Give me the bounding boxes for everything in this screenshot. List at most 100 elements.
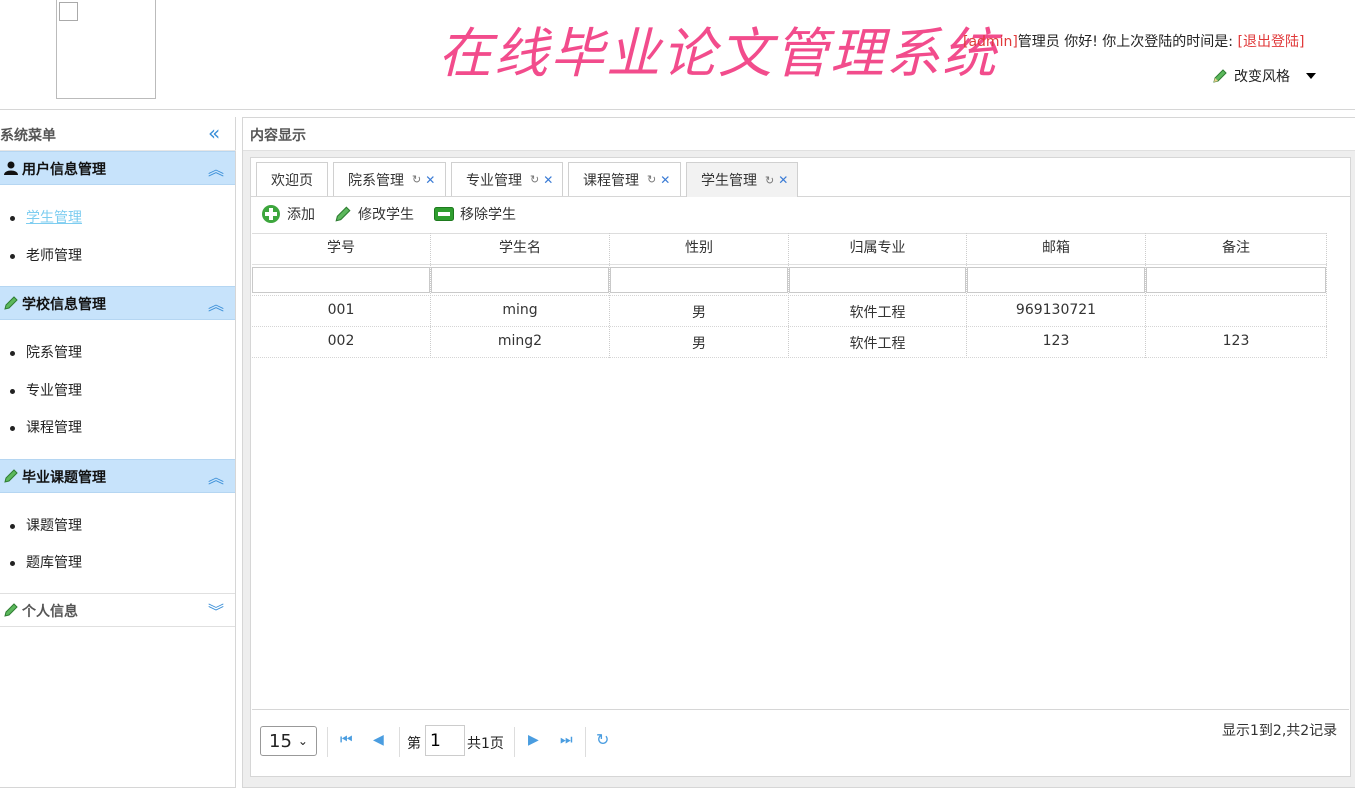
user-icon [4, 161, 18, 175]
bullet-icon [10, 215, 15, 221]
filter-input-remark[interactable] [1146, 267, 1326, 293]
pencil-icon [4, 296, 18, 310]
bullet-icon [10, 425, 15, 431]
sidebar-item-course[interactable]: 课程管理 [10, 417, 82, 437]
sidebar-item-topic[interactable]: 课题管理 [10, 515, 82, 535]
tab-label: 课程管理 [583, 172, 639, 189]
page-prefix: 第 [407, 736, 421, 752]
column-divider [1326, 233, 1328, 358]
pencil-icon [4, 603, 18, 617]
remove-button-label: 移除学生 [460, 207, 516, 223]
pager-info: 显示1到2,共2记录 [1222, 723, 1338, 739]
double-chevron-left-icon[interactable]: « [208, 122, 220, 144]
broken-image-icon [59, 2, 78, 21]
theme-switch-label: 改变风格 [1234, 69, 1290, 85]
sidebar-item-student[interactable]: 学生管理 [10, 207, 82, 227]
tab-student[interactable]: 学生管理 ↻ ✕ [686, 162, 798, 197]
theme-switch-menu[interactable]: 改变风格 [1212, 66, 1316, 86]
pencil-icon [4, 469, 18, 483]
bullet-icon [10, 350, 15, 356]
column-header-remark[interactable]: 备注 [1146, 237, 1326, 257]
sidebar-item-question-bank[interactable]: 题库管理 [10, 552, 82, 572]
refresh-icon[interactable]: ↻ [412, 173, 421, 186]
table-cell[interactable]: 001 [252, 302, 430, 318]
tab-major[interactable]: 专业管理 ↻ ✕ [451, 162, 563, 196]
sidebar-item-department[interactable]: 院系管理 [10, 342, 82, 362]
tab-welcome[interactable]: 欢迎页 [256, 162, 328, 196]
first-page-icon[interactable]: ⏮ [340, 732, 353, 748]
tab-label: 院系管理 [348, 172, 404, 189]
next-page-icon[interactable]: ▶ [528, 732, 539, 748]
column-header-email[interactable]: 邮箱 [967, 237, 1145, 257]
filter-input-gender[interactable] [610, 267, 788, 293]
refresh-icon[interactable]: ↻ [765, 174, 774, 187]
filter-input-email[interactable] [967, 267, 1145, 293]
edit-button-label: 修改学生 [358, 207, 414, 223]
group-label: 学校信息管理 [22, 297, 106, 313]
logout-link[interactable]: [退出登陆] [1237, 34, 1304, 50]
filter-input-major[interactable] [789, 267, 966, 293]
table-cell[interactable]: 123 [967, 333, 1145, 349]
prev-page-icon[interactable]: ◀ [373, 732, 384, 748]
table-cell[interactable]: 软件工程 [789, 333, 966, 353]
group-school-info[interactable]: 学校信息管理 ︽ [0, 286, 235, 320]
double-chevron-up-icon[interactable]: ︽ [208, 156, 224, 180]
edit-student-button[interactable]: 修改学生 [334, 204, 414, 224]
group-user-info[interactable]: 用户信息管理 ︽ [0, 151, 235, 185]
sidebar-item-label: 院系管理 [26, 345, 82, 361]
table-cell[interactable]: 男 [610, 302, 788, 322]
close-icon[interactable]: ✕ [425, 173, 435, 187]
remove-icon [434, 207, 454, 221]
table-cell[interactable]: 969130721 [967, 302, 1145, 318]
pager-separator [327, 727, 329, 757]
column-header-id[interactable]: 学号 [252, 237, 430, 257]
table-cell[interactable]: ming2 [431, 333, 609, 349]
column-header-gender[interactable]: 性别 [610, 237, 788, 257]
refresh-icon[interactable]: ↻ [647, 173, 656, 186]
column-header-major[interactable]: 归属专业 [789, 237, 966, 257]
page-size-select[interactable]: 15 ⌄ [260, 726, 317, 756]
bullet-icon [10, 560, 15, 566]
table-cell[interactable]: 002 [252, 333, 430, 349]
caret-down-icon [1306, 73, 1316, 79]
refresh-icon[interactable]: ↻ [530, 173, 539, 186]
column-header-name[interactable]: 学生名 [431, 237, 609, 257]
page-total: 共1页 [467, 736, 504, 752]
table-cell[interactable]: 男 [610, 333, 788, 353]
close-icon[interactable]: ✕ [660, 173, 670, 187]
sidebar-item-label: 题库管理 [26, 555, 82, 571]
sidebar-item-label: 专业管理 [26, 383, 82, 399]
remove-student-button[interactable]: 移除学生 [434, 204, 516, 224]
sidebar-item-major[interactable]: 专业管理 [10, 380, 82, 400]
table-cell[interactable]: 123 [1146, 333, 1326, 349]
page-number-input[interactable] [425, 725, 465, 756]
bullet-icon [10, 388, 15, 394]
pager-separator [399, 727, 401, 757]
filter-input-id[interactable] [252, 267, 430, 293]
table-cell[interactable]: ming [431, 302, 609, 318]
group-personal-info[interactable]: 个人信息 ︾ [0, 593, 235, 627]
sidebar-item-teacher[interactable]: 老师管理 [10, 245, 82, 265]
sidebar-title: 系统菜单 [0, 128, 56, 144]
pager-separator [514, 727, 516, 757]
double-chevron-down-icon[interactable]: ︾ [208, 598, 224, 622]
add-icon [262, 205, 280, 223]
group-label: 用户信息管理 [22, 162, 106, 178]
pager-separator [585, 727, 587, 757]
double-chevron-up-icon[interactable]: ︽ [208, 291, 224, 315]
double-chevron-up-icon[interactable]: ︽ [208, 464, 224, 488]
tab-course[interactable]: 课程管理 ↻ ✕ [568, 162, 681, 196]
filter-input-name[interactable] [431, 267, 609, 293]
group-graduation-topic[interactable]: 毕业课题管理 ︽ [0, 459, 235, 493]
tab-department[interactable]: 院系管理 ↻ ✕ [333, 162, 446, 196]
tab-label: 欢迎页 [271, 172, 313, 189]
close-icon[interactable]: ✕ [543, 173, 553, 187]
bullet-icon [10, 523, 15, 529]
add-button[interactable]: 添加 [261, 204, 315, 224]
tab-label: 专业管理 [466, 172, 522, 189]
table-cell[interactable]: 软件工程 [789, 302, 966, 322]
close-icon[interactable]: ✕ [778, 173, 788, 187]
add-button-label: 添加 [287, 207, 315, 223]
last-page-icon[interactable]: ⏭ [560, 732, 573, 748]
refresh-icon[interactable]: ↻ [596, 730, 609, 749]
